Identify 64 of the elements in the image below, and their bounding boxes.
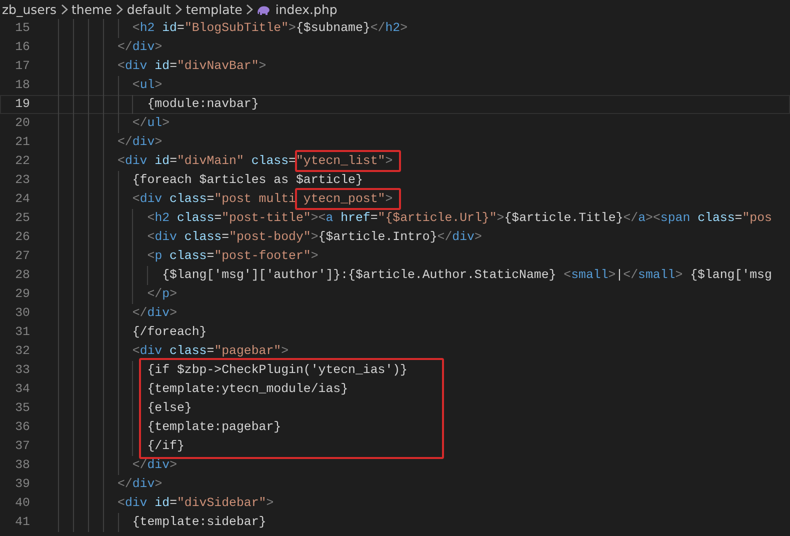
code-line: {/if} (58, 437, 184, 456)
breadcrumb-item[interactable]: default (126, 0, 171, 18)
elephant-file-icon (257, 4, 272, 14)
breadcrumb-item[interactable]: template (186, 0, 242, 18)
line-number: 36 (15, 419, 30, 436)
line-number: 17 (15, 58, 30, 76)
line-number: 34 (15, 381, 30, 398)
code-line: <ul> (58, 76, 162, 95)
line-number: 16 (15, 39, 30, 56)
line-number: 15 (15, 20, 30, 38)
code-line: </div> (58, 475, 162, 494)
line-number: 32 (15, 343, 30, 360)
line-number: 39 (15, 476, 30, 494)
code-line: </div> (58, 456, 177, 475)
chevron-icon (116, 4, 123, 15)
line-number: 35 (15, 400, 30, 418)
chevron-icon (246, 4, 254, 15)
code-line: {foreach $articles as $article} (58, 171, 363, 190)
code-line: <h2 id="BlogSubTitle">{$subname}</h2> (58, 19, 408, 38)
code-line: {template:pagebar} (58, 418, 282, 437)
code-line: </div> (58, 38, 162, 57)
line-number: 22 (15, 153, 30, 170)
line-number: 26 (15, 229, 30, 246)
code-line: </p> (58, 285, 177, 304)
chevron-icon (174, 4, 182, 15)
line-number: 21 (15, 134, 30, 152)
code-line: {/foreach} (58, 323, 207, 342)
code-line: <p class="post-footer"> (58, 247, 318, 266)
code-line: <div id="divSidebar"> (58, 494, 274, 513)
chevron-icon (60, 4, 68, 15)
code-line: {template:ytecn_module/ias} (58, 380, 348, 399)
line-number: 40 (15, 495, 30, 512)
line-number: 25 (15, 210, 30, 228)
code-line: <div class="pagebar"> (58, 342, 289, 361)
line-number: 23 (15, 172, 30, 190)
code-line: {template:sidebar} (58, 513, 266, 532)
code-line: {$lang['msg']['author']}:{$article.Author.StaticName} <small>|</small> {$lang['msg (58, 266, 772, 285)
line-number: 20 (15, 115, 30, 132)
code-line: <div id="divNavBar"> (58, 57, 266, 76)
code-line: <h2 class="post-title"><a href="{$article.Url}">{$article.Title}</a><span class="pos (58, 209, 772, 228)
code-line: {module:navbar} (58, 95, 259, 114)
line-number: 27 (15, 248, 30, 266)
line-number: 33 (15, 362, 30, 380)
line-number: 31 (15, 324, 30, 342)
code-line: </ul> (58, 114, 170, 133)
code-line: </div> (58, 133, 162, 152)
breadcrumb-item[interactable]: zb_users (2, 0, 57, 18)
code-line: {else} (58, 399, 192, 418)
line-number: 29 (15, 286, 30, 304)
code-line: <div id="divMain" class="ytecn_list"> (58, 152, 393, 171)
code-line: </div> (58, 304, 177, 323)
line-number: 37 (15, 438, 30, 456)
line-number: 41 (15, 514, 30, 532)
line-number: 28 (15, 267, 30, 284)
code-line: {if $zbp->CheckPlugin('ytecn_ias')} (58, 361, 408, 380)
line-number: 24 (15, 191, 30, 208)
line-number: 30 (15, 305, 30, 322)
line-number: 19 (15, 96, 30, 114)
line-number: 38 (15, 457, 30, 474)
breadcrumb-file[interactable]: index.php (275, 0, 338, 18)
code-line: <div class="post-body">{$article.Intro}</div> (58, 228, 482, 247)
breadcrumb-item[interactable]: theme (72, 0, 112, 18)
line-number: 18 (15, 77, 30, 94)
code-line: <div class="post multi ytecn_post"> (58, 190, 393, 209)
